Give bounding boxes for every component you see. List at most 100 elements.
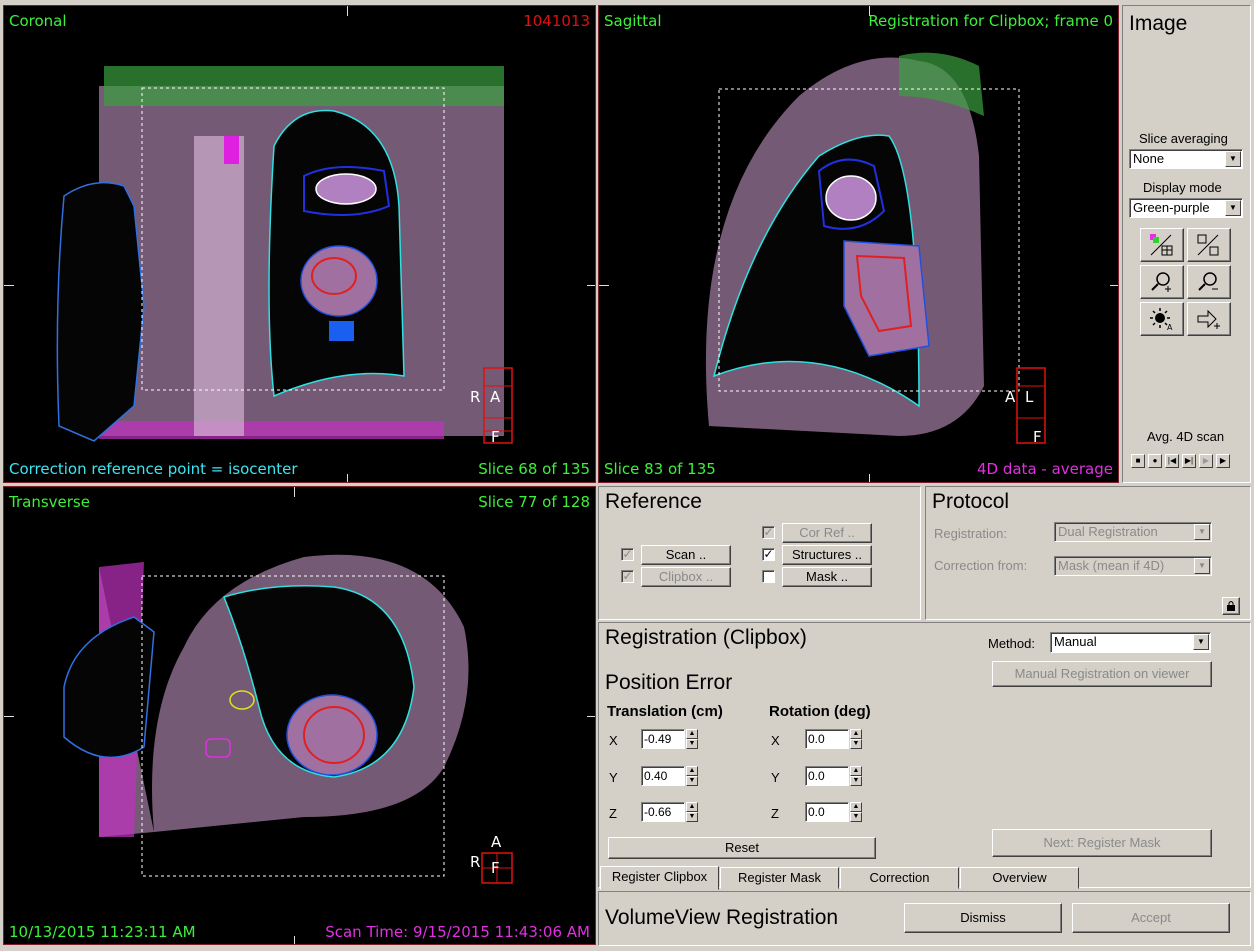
sagittal-orient-bottom: F (1033, 428, 1042, 446)
cor-ref-button[interactable]: Cor Ref .. (782, 523, 872, 543)
slice-averaging-select[interactable]: None ▼ (1129, 149, 1243, 169)
image-panel: Image Slice averaging None ▼ Display mod… (1122, 5, 1251, 483)
structures-checkbox[interactable]: ✓ (762, 548, 775, 561)
transverse-image (63, 554, 513, 884)
mask-button[interactable]: Mask .. (782, 567, 872, 587)
transverse-orient-left: R (470, 853, 481, 871)
skip-back-button[interactable]: |◀ (1165, 454, 1179, 468)
method-select[interactable]: Manual ▼ (1050, 632, 1211, 653)
slice-averaging-label: Slice averaging (1139, 131, 1228, 146)
registration-select[interactable]: Dual Registration ▼ (1054, 522, 1212, 542)
coronal-image (56, 66, 513, 444)
increment-icon[interactable]: ▲ (686, 729, 698, 739)
scan-checkbox[interactable]: ✓ (621, 548, 634, 561)
manual-registration-button[interactable]: Manual Registration on viewer (992, 661, 1212, 687)
scan-button[interactable]: Scan .. (641, 545, 731, 565)
increment-icon[interactable]: ▲ (686, 766, 698, 776)
structures-button[interactable]: Structures .. (782, 545, 872, 565)
chevron-down-icon[interactable]: ▼ (1194, 524, 1210, 540)
dismiss-button[interactable]: Dismiss (904, 903, 1062, 933)
increment-icon[interactable]: ▲ (686, 802, 698, 812)
transverse-slice-info: Slice 77 of 128 (478, 493, 590, 511)
zoom-out-button[interactable] (1187, 265, 1231, 299)
decrement-icon[interactable]: ▼ (686, 812, 698, 822)
rotation-y-value[interactable]: 0.0 (805, 766, 849, 786)
chevron-down-icon[interactable]: ▼ (1225, 151, 1241, 167)
coronal-footer-left: Correction reference point = isocenter (9, 460, 298, 478)
translation-x-label: X (609, 733, 618, 748)
increment-icon[interactable]: ▲ (850, 729, 862, 739)
image-panel-title: Image (1129, 12, 1188, 35)
protocol-panel: Protocol Registration: Dual Registration… (925, 486, 1251, 620)
sagittal-title: Sagittal (604, 12, 662, 30)
coronal-orient-left: R (470, 388, 481, 406)
increment-icon[interactable]: ▲ (850, 802, 862, 812)
chevron-down-icon[interactable]: ▼ (1194, 558, 1210, 574)
step-back-button[interactable]: ▶ (1199, 454, 1213, 468)
decrement-icon[interactable]: ▼ (850, 812, 862, 822)
footer-title: VolumeView Registration (605, 906, 839, 929)
tab-correction[interactable]: Correction (840, 867, 959, 889)
rotation-y-label: Y (771, 770, 780, 785)
stop-button[interactable]: ■ (1131, 454, 1145, 468)
split-view-tool-button[interactable] (1187, 228, 1231, 262)
pan-tool-button[interactable] (1187, 302, 1231, 336)
overlay-grid-tool-button[interactable] (1140, 228, 1184, 262)
zoom-in-button[interactable] (1140, 265, 1184, 299)
coronal-orient-top: A (490, 388, 501, 406)
rotation-z-label: Z (771, 806, 779, 821)
tab-register-clipbox[interactable]: Register Clipbox (600, 866, 719, 890)
next-register-mask-button[interactable]: Next: Register Mask (992, 829, 1212, 857)
transverse-viewer[interactable]: Transverse Slice 77 of 128 10/13/2015 11… (3, 486, 596, 945)
zoom-out-icon (1198, 272, 1218, 291)
arrow-right-icon (1197, 309, 1220, 329)
registration-panel: Registration (Clipbox) Method: Manual ▼ … (598, 622, 1251, 888)
transverse-scan-time: Scan Time: 9/15/2015 11:43:06 AM (325, 923, 590, 941)
registration-label: Registration: (934, 526, 1007, 541)
correction-from-select[interactable]: Mask (mean if 4D) ▼ (1054, 556, 1212, 576)
split-view-icon (1197, 234, 1219, 256)
protocol-title: Protocol (932, 490, 1010, 513)
decrement-icon[interactable]: ▼ (686, 776, 698, 786)
rotation-z-value[interactable]: 0.0 (805, 802, 849, 822)
decrement-icon[interactable]: ▼ (850, 739, 862, 749)
translation-y-label: Y (609, 770, 618, 785)
translation-y-value[interactable]: 0.40 (641, 766, 685, 786)
rotation-x-value[interactable]: 0.0 (805, 729, 849, 749)
accept-button[interactable]: Accept (1072, 903, 1230, 933)
record-button[interactable]: ● (1148, 454, 1162, 468)
reference-title: Reference (605, 490, 702, 513)
rotation-title: Rotation (deg) (769, 703, 871, 720)
translation-z-value[interactable]: -0.66 (641, 802, 685, 822)
play-button[interactable]: ▶ (1216, 454, 1230, 468)
display-mode-select[interactable]: Green-purple ▼ (1129, 198, 1243, 218)
footer-panel: VolumeView Registration Dismiss Accept (598, 891, 1251, 946)
correction-from-label: Correction from: (934, 558, 1028, 573)
sagittal-orient-left: A (1005, 388, 1016, 406)
cor-ref-checkbox[interactable]: ✓ (762, 526, 775, 539)
coronal-viewer[interactable]: Coronal 1041013 Correction reference poi… (3, 5, 596, 483)
method-value: Manual (1054, 634, 1097, 649)
clipbox-button[interactable]: Clipbox .. (641, 567, 731, 587)
tab-register-mask[interactable]: Register Mask (720, 867, 839, 889)
lock-button[interactable] (1222, 597, 1240, 615)
sagittal-registration-info: Registration for Clipbox; frame 0 (868, 12, 1113, 30)
clipbox-checkbox[interactable]: ✓ (621, 570, 634, 583)
translation-x-value[interactable]: -0.49 (641, 729, 685, 749)
translation-z-label: Z (609, 806, 617, 821)
sagittal-orient-top: L (1025, 388, 1034, 406)
mask-checkbox[interactable] (762, 570, 775, 583)
chevron-down-icon[interactable]: ▼ (1225, 200, 1241, 216)
step-forward-button[interactable]: ▶| (1182, 454, 1196, 468)
rotation-x-label: X (771, 733, 780, 748)
sagittal-slice-info: Slice 83 of 135 (604, 460, 716, 478)
auto-contrast-button[interactable]: A (1140, 302, 1184, 336)
reset-button[interactable]: Reset (608, 837, 876, 859)
tab-overview[interactable]: Overview (960, 867, 1079, 889)
decrement-icon[interactable]: ▼ (686, 739, 698, 749)
overlay-grid-icon (1150, 234, 1173, 256)
increment-icon[interactable]: ▲ (850, 766, 862, 776)
decrement-icon[interactable]: ▼ (850, 776, 862, 786)
chevron-down-icon[interactable]: ▼ (1193, 634, 1209, 650)
sagittal-viewer[interactable]: Sagittal Registration for Clipbox; frame… (598, 5, 1119, 483)
